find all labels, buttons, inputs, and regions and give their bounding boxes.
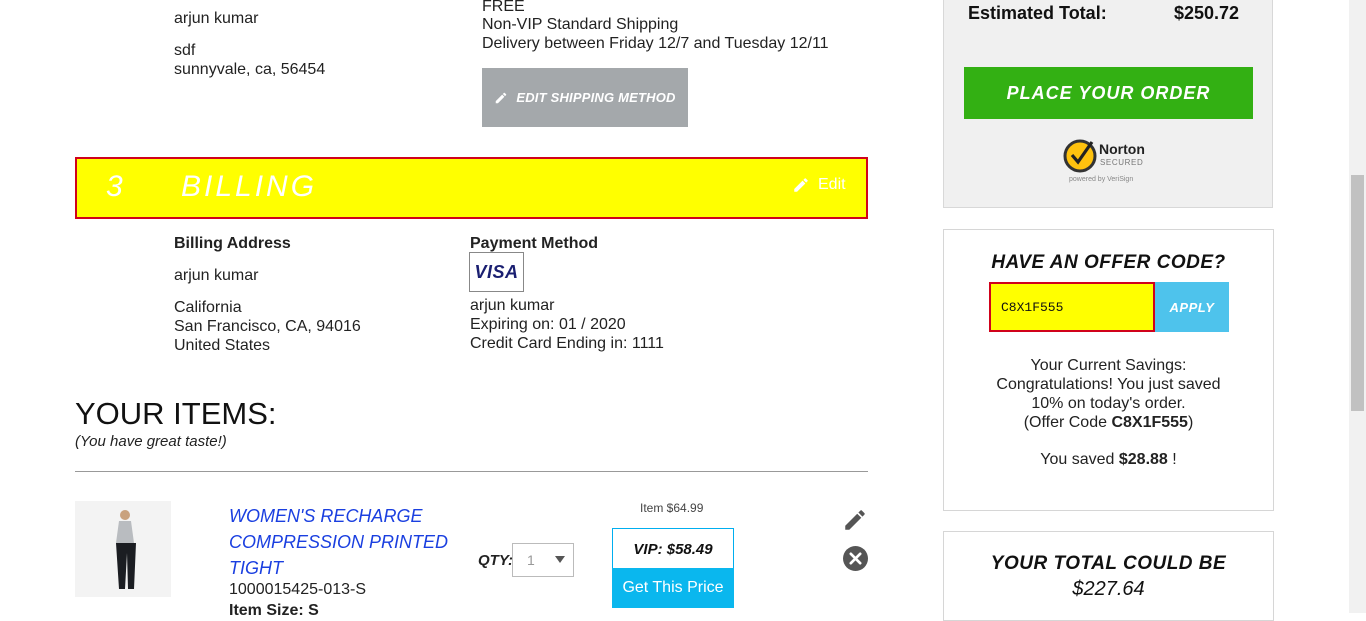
- pencil-icon: [794, 178, 808, 192]
- saved-amount: $28.88: [1118, 451, 1168, 468]
- pencil-icon: [496, 92, 507, 103]
- visa-card-icon: VISA: [469, 252, 524, 292]
- quantity-select[interactable]: 1: [512, 543, 574, 577]
- total-could-be-label: YOUR TOTAL COULD BE: [990, 553, 1227, 574]
- product-size: Item Size: S: [229, 602, 319, 619]
- billing-address-name: arjun kumar: [174, 267, 259, 284]
- billing-edit-label: Edit: [818, 176, 846, 193]
- card-holder-name: arjun kumar: [470, 297, 555, 314]
- estimated-total-label: Estimated Total:: [968, 3, 1107, 23]
- edit-item-button[interactable]: [842, 507, 868, 538]
- norton-powered-text: powered by VeriSign: [1069, 176, 1133, 183]
- apply-offer-button[interactable]: APPLY: [1155, 282, 1229, 332]
- billing-address-line2: San Francisco, CA, 94016: [174, 318, 361, 335]
- product-photo-icon: [75, 501, 171, 597]
- billing-address-heading: Billing Address: [174, 235, 291, 252]
- applied-offer-code: C8X1F555: [1111, 414, 1188, 431]
- page-scrollbar-thumb[interactable]: [1351, 175, 1364, 411]
- shipping-cost: FREE: [482, 0, 525, 15]
- payment-method-heading: Payment Method: [470, 235, 599, 252]
- norton-logo-icon: Norton SECURED powered by VeriSign: [1063, 139, 1145, 183]
- shipping-method: Non-VIP Standard Shipping: [482, 16, 679, 33]
- chevron-down-icon: [555, 556, 565, 563]
- billing-address-line1: California: [174, 299, 242, 316]
- offer-savings-message: Your Current Savings: Congratulations! Y…: [943, 356, 1274, 432]
- norton-secured-text: SECURED: [1100, 158, 1143, 167]
- shipping-address-line1: sdf: [174, 42, 196, 59]
- savings-line4: (Offer Code C8X1F555): [1023, 414, 1194, 431]
- total-could-be-value: $227.64: [1072, 578, 1145, 600]
- card-brand-label: VISA: [474, 261, 519, 282]
- close-circle-icon: [843, 546, 868, 571]
- norton-brand-text: Norton: [1099, 141, 1145, 157]
- card-ending: Credit Card Ending in: 1111: [470, 335, 664, 352]
- savings-line2: Congratulations! You just saved: [996, 376, 1221, 393]
- quantity-label: QTY:: [478, 552, 514, 569]
- quantity-value: 1: [527, 552, 535, 568]
- product-image[interactable]: [75, 501, 171, 597]
- edit-shipping-method-button[interactable]: EDIT SHIPPING METHOD: [482, 68, 688, 127]
- estimated-total-value: $250.72: [1174, 3, 1240, 23]
- vip-price: VIP: $58.49: [612, 528, 734, 570]
- product-name-link[interactable]: WOMEN'S RECHARGE COMPRESSION PRINTED TIG…: [229, 503, 459, 581]
- edit-shipping-method-label: EDIT SHIPPING METHOD: [516, 90, 676, 105]
- shipping-address-name: arjun kumar: [174, 10, 259, 27]
- offer-code-title: HAVE AN OFFER CODE?: [991, 252, 1226, 273]
- savings-line3: 10% on today's order.: [1031, 395, 1186, 412]
- billing-address-line3: United States: [174, 337, 271, 354]
- total-could-be-panel: [943, 531, 1274, 621]
- item-price: Item $64.99: [640, 501, 704, 515]
- shipping-delivery-window: Delivery between Friday 12/7 and Tuesday…: [482, 35, 829, 52]
- place-order-button[interactable]: PLACE YOUR ORDER: [964, 67, 1253, 119]
- product-sku: 1000015425-013-S: [229, 581, 367, 598]
- norton-secured-badge[interactable]: Norton SECURED powered by VeriSign: [1062, 134, 1160, 191]
- your-items-subtitle: (You have great taste!): [75, 433, 227, 450]
- billing-step-number: 3: [106, 170, 123, 203]
- you-saved-text: You saved $28.88 !: [1040, 451, 1177, 468]
- your-items-title: YOUR ITEMS:: [75, 396, 277, 431]
- shipping-address-line2: sunnyvale, ca, 56454: [174, 61, 326, 78]
- savings-line1: Your Current Savings:: [1030, 357, 1187, 374]
- remove-item-button[interactable]: [843, 546, 868, 576]
- pencil-icon: [845, 510, 865, 530]
- billing-edit-link[interactable]: Edit: [792, 176, 846, 194]
- card-expiry: Expiring on: 01 / 2020: [470, 316, 626, 333]
- get-this-price-button[interactable]: Get This Price: [612, 568, 734, 608]
- offer-code-input[interactable]: [989, 282, 1155, 332]
- billing-title: BILLING: [181, 170, 318, 203]
- items-divider: [75, 471, 868, 472]
